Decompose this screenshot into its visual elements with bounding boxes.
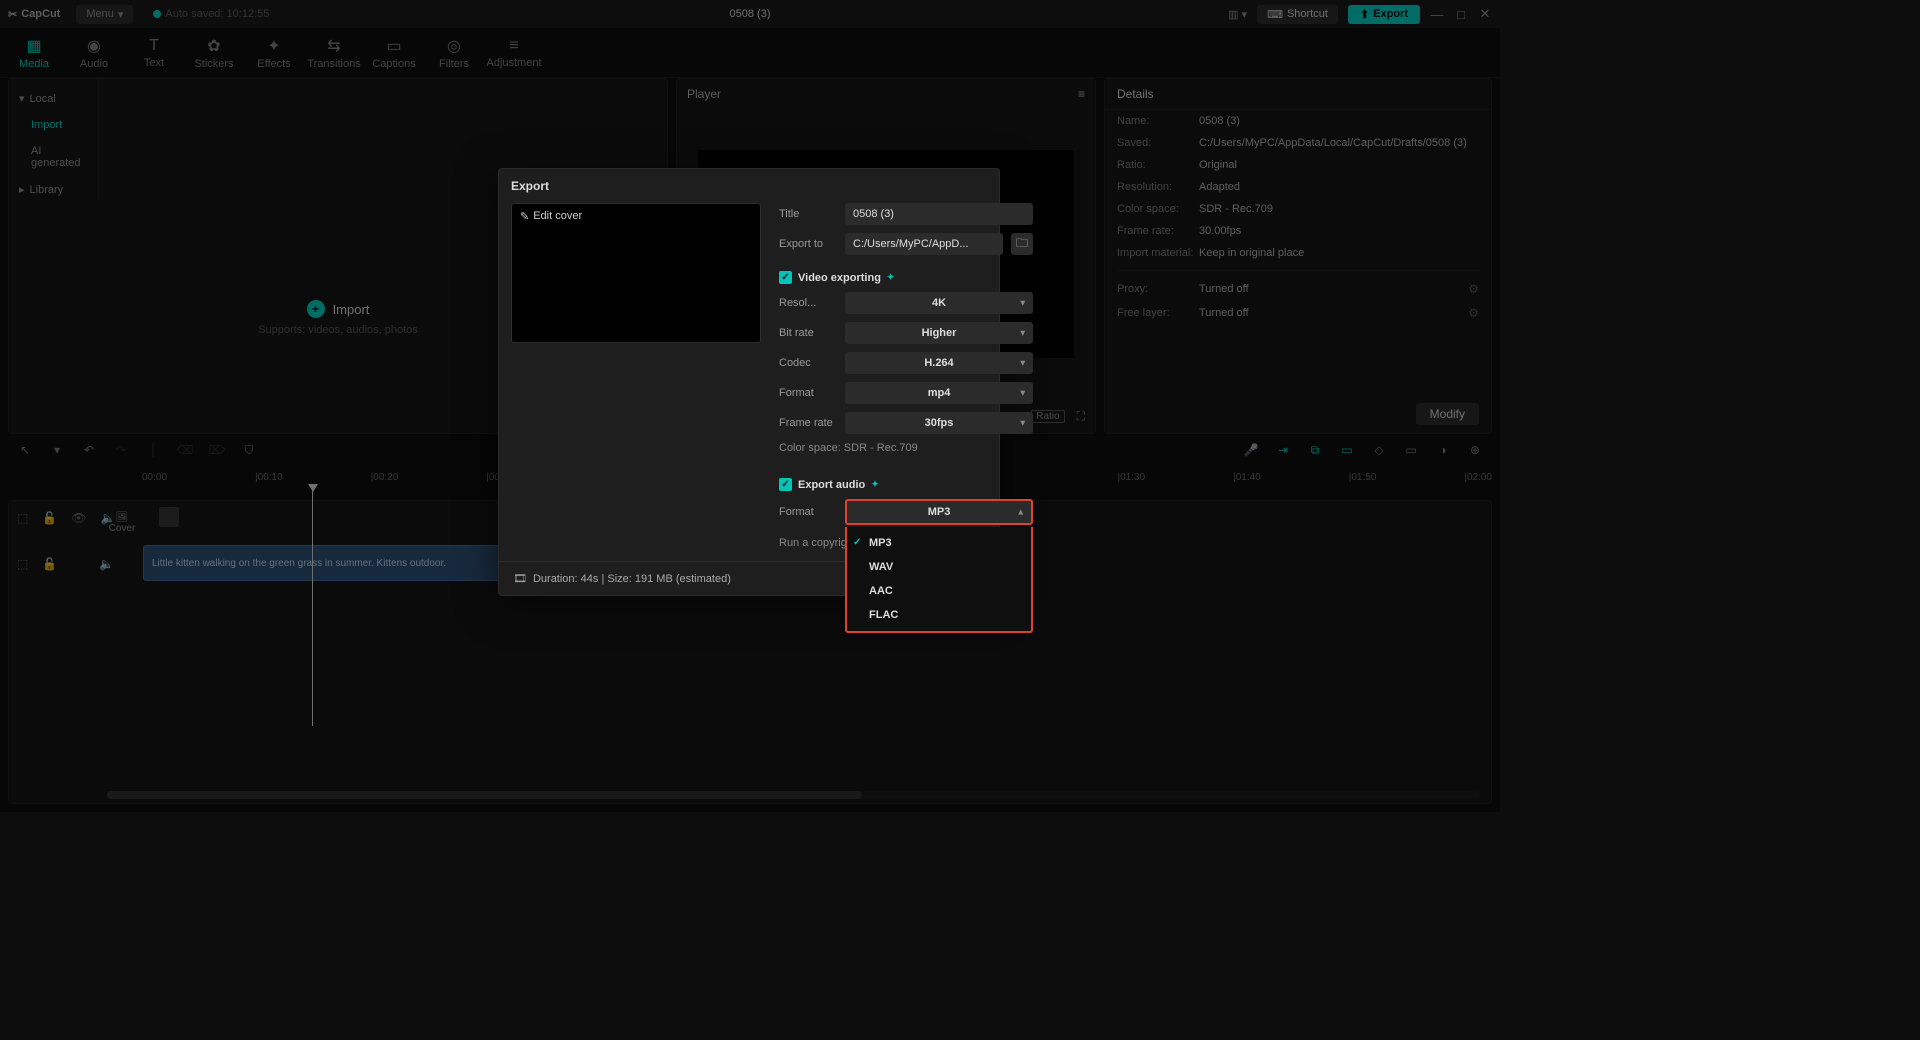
- resolution-select[interactable]: 4K▾: [845, 292, 1033, 314]
- video-export-checkbox[interactable]: ✓: [779, 271, 792, 284]
- exportto-input[interactable]: [845, 233, 1003, 255]
- video-format-select[interactable]: mp4▾: [845, 382, 1033, 404]
- audio-format-label: Format: [779, 506, 837, 518]
- video-export-label: Video exporting: [798, 272, 881, 284]
- chevron-up-icon: ▴: [1018, 507, 1023, 518]
- bitrate-select[interactable]: Higher▾: [845, 322, 1033, 344]
- export-footer-info: Duration: 44s | Size: 191 MB (estimated): [533, 573, 731, 585]
- folder-icon: 🗀: [1016, 234, 1028, 255]
- audio-export-checkbox[interactable]: ✓: [779, 478, 792, 491]
- codec-select[interactable]: H.264▾: [845, 352, 1033, 374]
- audio-format-dropdown: MP3 WAV AAC FLAC: [845, 527, 1033, 633]
- browse-folder-button[interactable]: 🗀: [1011, 233, 1033, 255]
- chevron-down-icon: ▾: [1020, 298, 1025, 309]
- export-dialog: Export ✎ Edit cover Title Export to 🗀 ✓ …: [498, 168, 1000, 596]
- title-input[interactable]: [845, 203, 1033, 225]
- star-icon: ✦: [887, 272, 895, 283]
- resolution-label: Resol...: [779, 297, 837, 309]
- colorspace-line: Color space: SDR - Rec.709: [779, 442, 1033, 454]
- bitrate-label: Bit rate: [779, 327, 837, 339]
- framerate-label: Frame rate: [779, 417, 837, 429]
- video-format-label: Format: [779, 387, 837, 399]
- star-icon: ✦: [871, 479, 879, 490]
- audio-format-option-aac[interactable]: AAC: [847, 579, 1031, 603]
- film-icon: 🎞: [513, 572, 527, 585]
- audio-format-option-mp3[interactable]: MP3: [847, 531, 1031, 555]
- codec-label: Codec: [779, 357, 837, 369]
- audio-format-option-wav[interactable]: WAV: [847, 555, 1031, 579]
- exportto-label: Export to: [779, 238, 837, 250]
- chevron-down-icon: ▾: [1020, 388, 1025, 399]
- chevron-down-icon: ▾: [1020, 418, 1025, 429]
- edit-icon: ✎: [520, 210, 529, 223]
- framerate-select[interactable]: 30fps▾: [845, 412, 1033, 434]
- audio-export-label: Export audio: [798, 479, 865, 491]
- title-label: Title: [779, 208, 837, 220]
- audio-format-select[interactable]: MP3▴: [845, 499, 1033, 525]
- chevron-down-icon: ▾: [1020, 328, 1025, 339]
- dialog-title: Export: [499, 169, 999, 203]
- chevron-down-icon: ▾: [1020, 358, 1025, 369]
- cover-preview[interactable]: ✎ Edit cover: [511, 203, 761, 343]
- audio-format-option-flac[interactable]: FLAC: [847, 603, 1031, 627]
- edit-cover-label: Edit cover: [533, 210, 582, 222]
